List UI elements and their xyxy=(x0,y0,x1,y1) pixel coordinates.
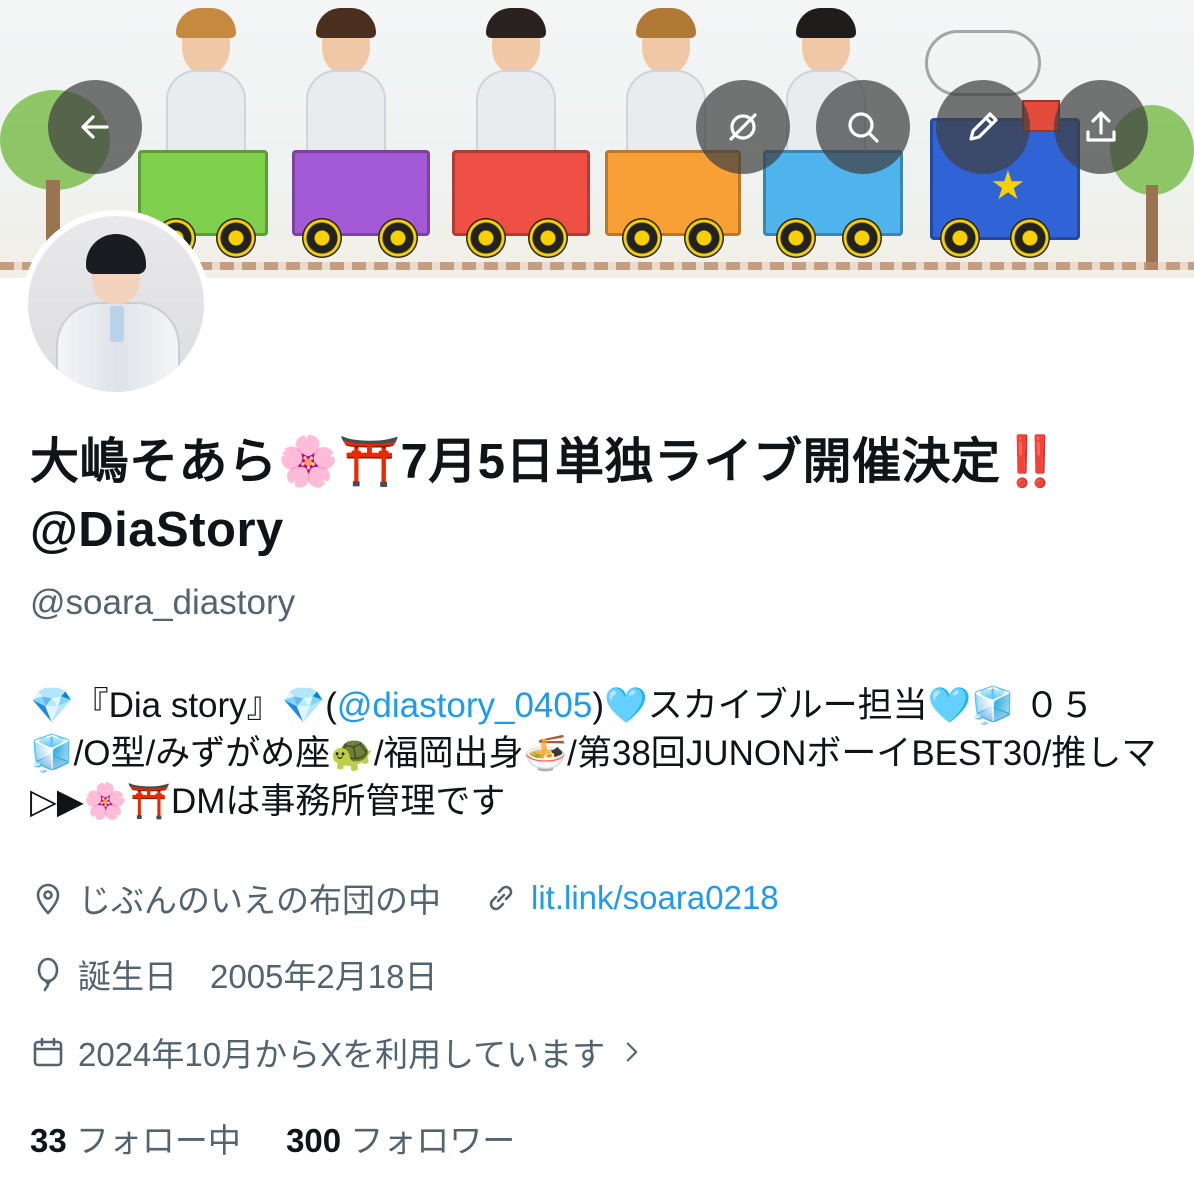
balloon-icon xyxy=(37,957,59,992)
edit-button[interactable] xyxy=(936,80,1030,174)
location-row: じぶんのいえの布団の中 lit.link/soara0218 xyxy=(30,874,779,922)
search-button[interactable] xyxy=(816,80,910,174)
following-count: 33 xyxy=(30,1122,67,1159)
wheel xyxy=(684,218,724,258)
arrow-left-icon xyxy=(81,115,109,139)
display-name: 大嶋そあら🌸⛩️7月5日単独ライブ開催決定‼️@DiaStory xyxy=(30,435,1063,557)
wheel xyxy=(302,218,342,258)
wheel xyxy=(842,218,882,258)
banner-member-3 xyxy=(470,8,562,160)
share-button[interactable] xyxy=(1054,80,1148,174)
following-label: フォロー中 xyxy=(75,1122,241,1159)
wheel xyxy=(378,218,418,258)
share-icon xyxy=(1086,111,1116,142)
wheel xyxy=(622,218,662,258)
location-text: じぶんのいえの布団の中 xyxy=(78,882,441,919)
username-handle: @soara_diastory xyxy=(30,583,296,622)
wheel xyxy=(466,218,506,258)
link-icon xyxy=(489,885,513,911)
profile-avatar[interactable] xyxy=(22,210,210,398)
following-link[interactable]: 33 フォロー中 xyxy=(30,1122,241,1159)
followers-link[interactable]: 300 フォロワー xyxy=(286,1122,515,1159)
wheel xyxy=(528,218,568,258)
calendar-icon xyxy=(33,1037,63,1067)
chevron-right-icon xyxy=(626,1042,638,1062)
joined-row[interactable]: 2024年10月からXを利用しています xyxy=(30,1028,647,1076)
birthday-row: 誕生日 2005年2月18日 xyxy=(30,950,437,998)
grok-button[interactable] xyxy=(696,80,790,174)
followers-count: 300 xyxy=(286,1122,342,1159)
birthday-text: 誕生日 2005年2月18日 xyxy=(78,958,438,995)
pencil-icon xyxy=(969,112,998,141)
wheel xyxy=(940,218,980,258)
website-link[interactable]: lit.link/soara0218 xyxy=(531,879,779,917)
wheel xyxy=(1010,218,1050,258)
joined-text: 2024年10月からXを利用しています xyxy=(78,1036,606,1073)
followers-label: フォロワー xyxy=(350,1122,516,1159)
map-pin-icon xyxy=(36,883,60,915)
bio-text-part-1: 💎『Dia story』💎( xyxy=(30,686,337,725)
back-button[interactable] xyxy=(48,80,142,174)
search-icon xyxy=(848,112,879,143)
wheel xyxy=(216,218,256,258)
banner-member-1 xyxy=(160,8,252,160)
grok-icon xyxy=(729,113,757,141)
bio-mention-link[interactable]: @diastory_0405 xyxy=(337,686,592,725)
wheel xyxy=(776,218,816,258)
banner-member-2 xyxy=(300,8,392,160)
profile-bio: 💎『Dia story』💎(@diastory_0405)🩵スカイブルー担当🩵🧊… xyxy=(30,682,1170,826)
follow-stats: 33 フォロー中 300 フォロワー xyxy=(30,1114,515,1162)
avatar-photo xyxy=(28,216,204,392)
